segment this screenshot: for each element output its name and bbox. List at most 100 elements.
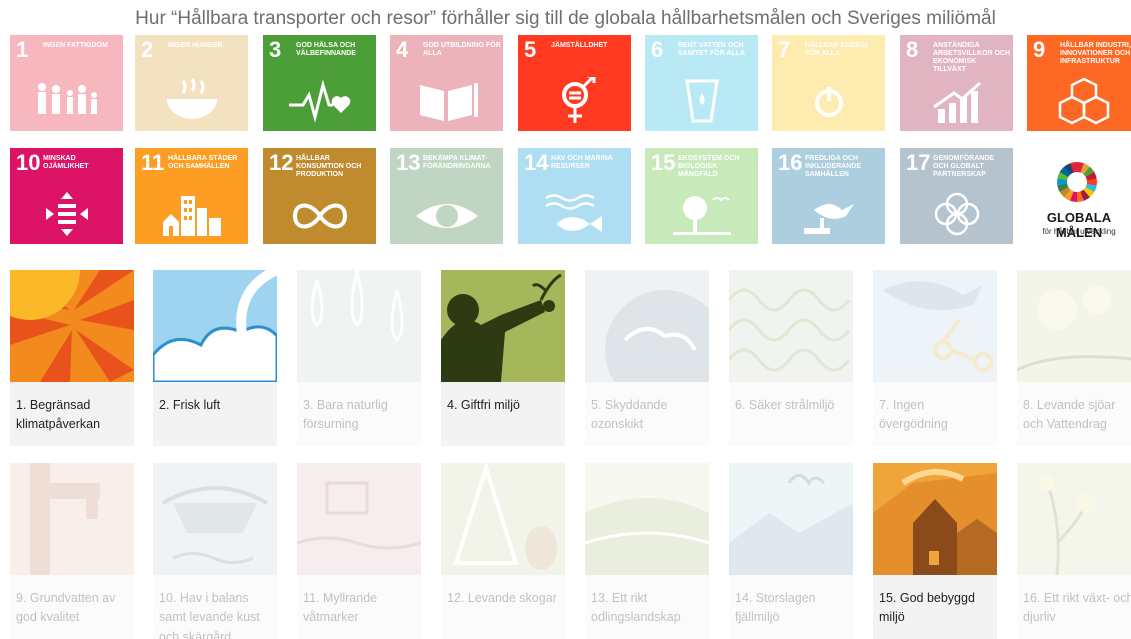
- sdg-tile-11[interactable]: 11 HÅLLBARA STÄDER OCH SAMHÄLLEN: [135, 148, 248, 244]
- sdg-tile-15[interactable]: 15 EKOSYSTEM OCH BIOLOGISK MÅNGFALD: [645, 148, 758, 244]
- sdg-tile-9[interactable]: 9 HÅLLBAR INDUSTRI, INNOVATIONER OCH INFR…: [1027, 35, 1131, 131]
- globala-malen-logo: GLOBALA MÅLEN för hållbar utveckling: [1027, 148, 1131, 244]
- sdg-label: INGEN FATTIGDOM: [43, 42, 108, 49]
- sdg-tile-17[interactable]: 17 GENOMFÖRANDE OCH GLOBALT PARTNERSKAP: [900, 148, 1013, 244]
- sdg-number: 16: [778, 150, 803, 175]
- plant-icon: [1017, 463, 1131, 575]
- env-goal-card-11[interactable]: 11. Myllrande våtmarker: [297, 463, 421, 639]
- sdg-number: 15: [651, 150, 676, 175]
- heartbeat-icon: [289, 79, 351, 123]
- sdg-label: JÄMSTÄLLDHET: [551, 42, 608, 49]
- env-goal-card-7[interactable]: 7. Ingen övergödning: [873, 270, 997, 446]
- env-goal-caption-box: 8. Levande sjöar och Vattendrag: [1017, 382, 1131, 446]
- sun-icon: [10, 270, 134, 382]
- flower-icon: [1017, 270, 1131, 382]
- sdg-number: 13: [396, 150, 421, 175]
- env-goal-caption: 9. Grundvatten av god kvalitet: [16, 591, 116, 625]
- sdg-label: HAV OCH MARINA RESURSER: [551, 155, 613, 171]
- sdg-tile-8[interactable]: 8 ANSTÄNDIGA ARBETSVILLKOR OCH EKONOMISK …: [900, 35, 1013, 131]
- boat-icon: [153, 463, 277, 575]
- sdg-tile-5[interactable]: 5 JÄMSTÄLLDHET: [518, 35, 631, 131]
- sdg-label: ANSTÄNDIGA ARBETSVILLKOR OCH EKONOMISK T…: [933, 42, 1010, 74]
- sdg-number: 8: [906, 37, 919, 62]
- infinity-icon: [292, 203, 348, 229]
- env-goal-caption-box: 3. Bara naturlig försurning: [297, 382, 421, 446]
- growth-chart-icon: [933, 81, 981, 123]
- cloud-icon: [153, 270, 277, 382]
- sdg-number: 11: [141, 150, 165, 175]
- sdg-tile-12[interactable]: 12 HÅLLBAR KONSUMTION OCH PRODUKTION: [263, 148, 376, 244]
- tree-icon: [441, 463, 565, 575]
- env-goal-caption-box: 4. Giftfri miljö: [441, 382, 565, 446]
- field-icon: [585, 463, 709, 575]
- env-goal-card-3[interactable]: 3. Bara naturlig försurning: [297, 270, 421, 446]
- sdg-label: MINSKAD OJÄMLIKHET: [43, 155, 89, 171]
- sdg-tile-1[interactable]: 1 INGEN FATTIGDOM: [10, 35, 123, 131]
- sdg-label: HÅLLBAR INDUSTRI, INNOVATIONER OCH INFRA…: [1060, 42, 1131, 66]
- env-goal-card-16[interactable]: 16. Ett rikt växt- och djurliv: [1017, 463, 1131, 639]
- env-goal-card-13[interactable]: 13. Ett rikt odlingslandskap: [585, 463, 709, 639]
- env-goal-caption: 1. Begränsad klimatpåverkan: [16, 398, 101, 432]
- env-goal-caption: 16. Ett rikt växt- och djurliv: [1023, 591, 1131, 625]
- sdg-number: 1: [16, 37, 29, 62]
- sdg-label: RENT VATTEN OCH SANITET FÖR ALLA: [678, 42, 746, 58]
- env-goal-caption-box: 16. Ett rikt växt- och djurliv: [1017, 575, 1131, 639]
- env-goal-card-2[interactable]: 2. Frisk luft: [153, 270, 277, 446]
- env-goal-caption-box: 12. Levande skogar: [441, 575, 565, 639]
- env-goal-caption: 8. Levande sjöar och Vattendrag: [1023, 398, 1116, 432]
- sdg-label: HÅLLBAR ENERGI FÖR ALLA: [805, 42, 868, 58]
- env-goal-card-14[interactable]: 14. Storslagen fjällmiljö: [729, 463, 853, 639]
- env-goal-caption: 2. Frisk luft: [159, 398, 221, 412]
- power-sun-icon: [815, 87, 843, 117]
- env-goal-caption-box: 14. Storslagen fjällmiljö: [729, 575, 853, 639]
- sdg-tile-4[interactable]: 4 GOD UTBILDNING FÖR ALLA: [390, 35, 503, 131]
- wave-icon: [729, 270, 853, 382]
- fish-molecule-icon: [873, 270, 997, 382]
- page-title: Hur “Hållbara transporter och resor” för…: [135, 8, 996, 29]
- env-goal-card-9[interactable]: 9. Grundvatten av god kvalitet: [10, 463, 134, 639]
- sdg-tile-16[interactable]: 16 FREDLIGA OCH INKLUDERANDE SAMHÄLLEN: [772, 148, 885, 244]
- sdg-number: 4: [396, 37, 409, 62]
- env-goal-caption: 11. Myllrande våtmarker: [303, 591, 378, 625]
- tap-icon: [10, 463, 134, 575]
- sdg-tile-14[interactable]: 14 HAV OCH MARINA RESURSER: [518, 148, 631, 244]
- sdg-number: 7: [778, 37, 791, 62]
- sdg-number: 2: [141, 37, 154, 62]
- sdg-label: FREDLIGA OCH INKLUDERANDE SAMHÄLLEN: [805, 155, 861, 179]
- dove-gavel-icon: [804, 204, 854, 234]
- tree-bird-icon: [673, 196, 731, 235]
- env-goal-card-10[interactable]: 10. Hav i balans samt levande kust och s…: [153, 463, 277, 639]
- person-plant-icon: [441, 270, 565, 382]
- sdg-tile-13[interactable]: 13 BEKÄMPA KLIMAT-FÖRÄNDRINGARNA: [390, 148, 503, 244]
- env-goal-card-5[interactable]: 5. Skyddande ozonskikt: [585, 270, 709, 446]
- env-goal-card-1[interactable]: 1. Begränsad klimatpåverkan: [10, 270, 134, 446]
- env-goal-caption-box: 7. Ingen övergödning: [873, 382, 997, 446]
- sdg-tile-6[interactable]: 6 RENT VATTEN OCH SANITET FÖR ALLA: [645, 35, 758, 131]
- sdg-number: 17: [906, 150, 931, 175]
- env-goal-caption-box: 1. Begränsad klimatpåverkan: [10, 382, 134, 446]
- gender-equality-icon: [562, 77, 596, 123]
- sdg-tile-7[interactable]: 7 HÅLLBAR ENERGI FÖR ALLA: [772, 35, 885, 131]
- sdg-label: INGEN HUNGER: [168, 42, 223, 49]
- env-goal-caption: 10. Hav i balans samt levande kust och s…: [159, 591, 260, 639]
- eye-globe-icon: [416, 204, 478, 228]
- sdg-number: 12: [269, 150, 294, 175]
- env-goal-caption: 6. Säker strålmiljö: [735, 398, 835, 412]
- globe-icon: [585, 270, 709, 382]
- env-goal-card-8[interactable]: 8. Levande sjöar och Vattendrag: [1017, 270, 1131, 446]
- env-goal-card-4[interactable]: 4. Giftfri miljö: [441, 270, 565, 446]
- env-goal-caption: 14. Storslagen fjällmiljö: [735, 591, 816, 625]
- wetland-icon: [297, 463, 421, 575]
- env-goal-caption-box: 9. Grundvatten av god kvalitet: [10, 575, 134, 639]
- inequality-arrows-icon: [46, 192, 88, 236]
- env-goal-caption-box: 11. Myllrande våtmarker: [297, 575, 421, 639]
- env-goal-card-6[interactable]: 6. Säker strålmiljö: [729, 270, 853, 446]
- sdg-tile-10[interactable]: 10 MINSKAD OJÄMLIKHET: [10, 148, 123, 244]
- env-goal-card-15[interactable]: 15. God bebyggd miljö: [873, 463, 997, 639]
- sdg-tile-2[interactable]: 2 INGEN HUNGER: [135, 35, 248, 131]
- sdg-tile-3[interactable]: 3 GOD HÄLSA OCH VÄLBEFINNANDE: [263, 35, 376, 131]
- env-goal-caption-box: 15. God bebyggd miljö: [873, 575, 997, 639]
- env-goal-card-12[interactable]: 12. Levande skogar: [441, 463, 565, 639]
- env-goal-caption: 5. Skyddande ozonskikt: [591, 398, 668, 432]
- city-icon: [163, 196, 221, 236]
